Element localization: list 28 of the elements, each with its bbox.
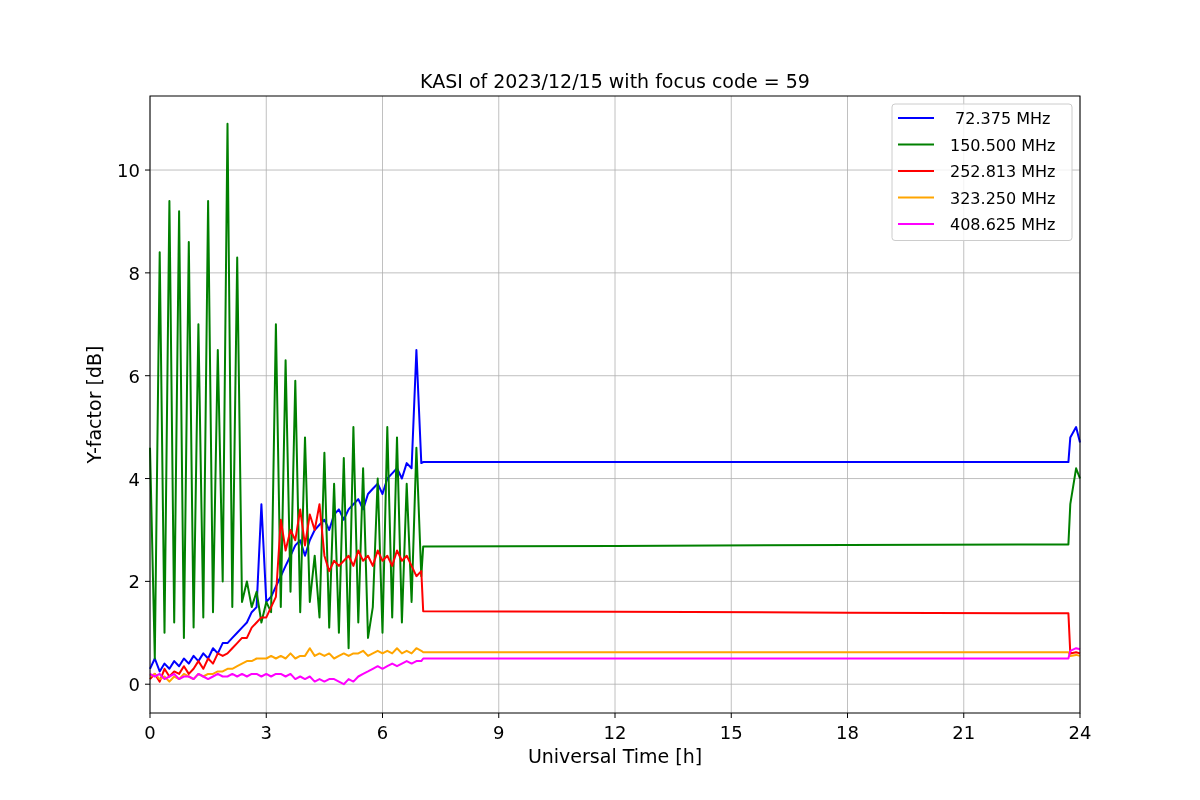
tick-label: 24 — [1068, 722, 1092, 743]
legend-line — [897, 117, 935, 119]
tick-label: 9 — [493, 722, 505, 743]
legend-label: 252.813 MHz — [950, 162, 1056, 181]
legend-line — [897, 223, 935, 225]
legend-label: 72.375 MHz — [955, 109, 1051, 128]
tick-label: 3 — [260, 722, 272, 743]
legend-label: 150.500 MHz — [950, 135, 1056, 155]
legend-label: 408.625 MHz — [950, 215, 1056, 234]
axis-label: Y-factor [dB] — [83, 345, 105, 464]
tick-label: 4 — [128, 468, 140, 490]
legend-line — [897, 170, 935, 172]
tick-label: 0 — [128, 674, 140, 696]
tick-label: 18 — [836, 722, 859, 743]
tick-label: 2 — [128, 571, 140, 593]
axis-label: Universal Time [h] — [527, 745, 703, 767]
tick-label: 6 — [128, 365, 140, 387]
legend-line — [897, 143, 935, 146]
legend-line — [897, 196, 935, 199]
tick-label: 15 — [719, 722, 743, 743]
chart-title: KASI of 2023/12/15 with focus code = 59 — [420, 70, 810, 92]
tick-label: 21 — [952, 722, 976, 743]
tick-label: 12 — [603, 722, 627, 743]
legend-label: 323.250 MHz — [950, 188, 1056, 208]
tick-label: 0 — [144, 722, 156, 743]
tick-label: 10 — [117, 160, 140, 182]
tick-label: 6 — [376, 722, 389, 743]
tick-label: 8 — [128, 262, 140, 284]
